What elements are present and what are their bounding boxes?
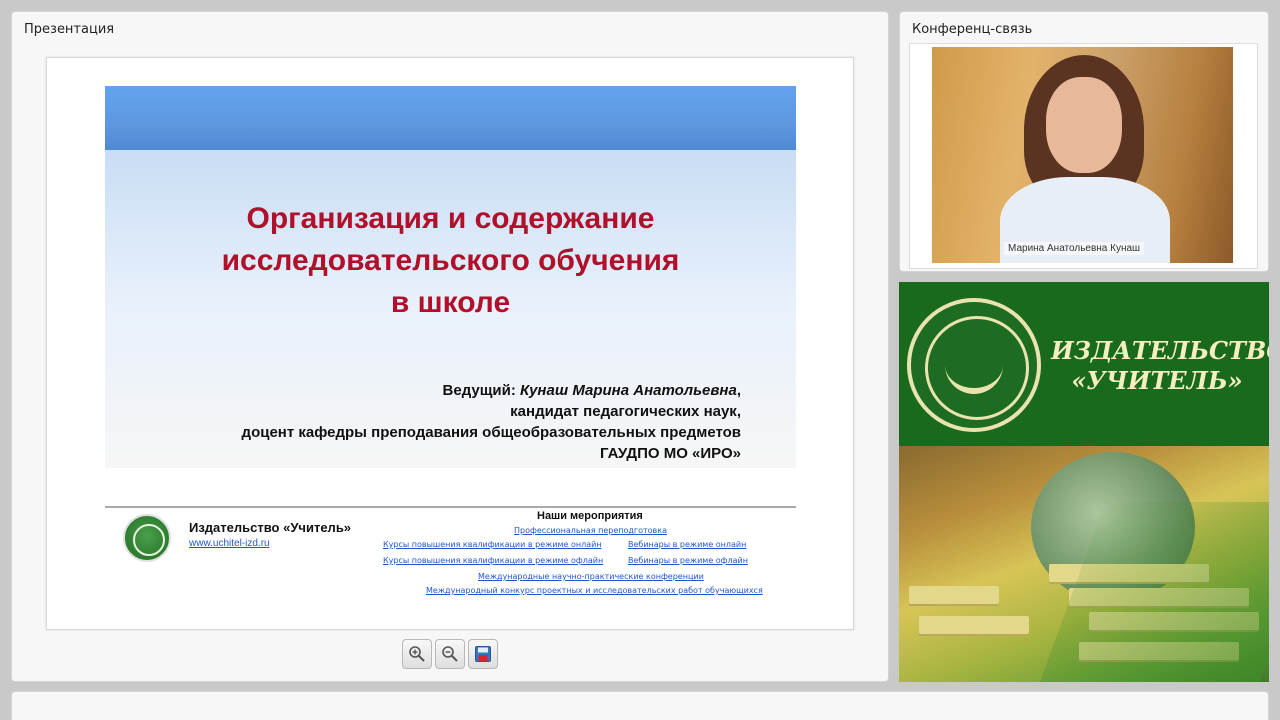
- slide-title-line-1: Организация и содержание: [246, 202, 655, 235]
- publisher-logo-icon: [123, 514, 171, 562]
- events-title: Наши мероприятия: [537, 510, 643, 522]
- presenter-position: доцент кафедры преподавания общеобразова…: [241, 424, 741, 441]
- slide-title-line-3: в школе: [390, 286, 511, 319]
- presenter-org: ГАУДПО МО «ИРО»: [600, 445, 741, 462]
- presenter-comma: ,: [736, 382, 741, 399]
- publisher-link[interactable]: www.uchitel-izd.ru: [189, 538, 270, 549]
- banner-title-line-2: «УЧИТЕЛЬ»: [1071, 366, 1243, 395]
- presenter-label: Ведущий:: [442, 382, 516, 399]
- participant-face: [1046, 77, 1122, 173]
- event-link-webinars-online[interactable]: Вебинары в режиме онлайн: [628, 540, 746, 549]
- conference-panel-title: Конференц-связь: [912, 22, 1033, 37]
- participant-video[interactable]: Марина Анатольевна Кунаш: [932, 47, 1233, 263]
- zoom-in-button[interactable]: [402, 639, 432, 669]
- presenter-info: Ведущий: Кунаш Марина Анатольевна, канди…: [242, 380, 741, 464]
- slide: Организация и содержание исследовательск…: [46, 57, 854, 630]
- event-link-retraining[interactable]: Профессиональная переподготовка: [514, 526, 667, 535]
- book-stack: [909, 586, 999, 604]
- slide-divider: [105, 506, 796, 508]
- banner-header: ИЗДАТЕЛЬСТВО «УЧИТЕЛЬ»: [899, 282, 1269, 446]
- event-link-courses-online[interactable]: Курсы повышения квалификации в режиме он…: [383, 540, 602, 549]
- event-link-contest[interactable]: Международный конкурс проектных и исслед…: [426, 586, 763, 595]
- save-button[interactable]: [468, 639, 498, 669]
- conference-panel: Конференц-связь Марина Анатольевна Кунаш: [899, 11, 1269, 272]
- presenter-degree: кандидат педагогических наук,: [510, 403, 741, 420]
- publisher-banner: ИЗДАТЕЛЬСТВО «УЧИТЕЛЬ»: [899, 282, 1269, 682]
- event-link-courses-offline[interactable]: Курсы повышения квалификации в режиме оф…: [383, 556, 603, 565]
- bottom-panel: [11, 691, 1269, 720]
- participant-name: Марина Анатольевна Кунаш: [1004, 242, 1145, 255]
- slide-title-line-2: исследовательского обучения: [221, 244, 680, 277]
- books-globe-photo: [899, 446, 1269, 682]
- uchitel-logo-icon: [907, 298, 1041, 432]
- banner-title-line-1: ИЗДАТЕЛЬСТВО: [1051, 336, 1269, 365]
- banner-title: ИЗДАТЕЛЬСТВО «УЧИТЕЛЬ»: [1051, 336, 1269, 396]
- book-stack: [919, 616, 1029, 634]
- presentation-panel-title: Презентация: [24, 22, 115, 37]
- event-link-conferences[interactable]: Международные научно-практические конфер…: [478, 572, 704, 581]
- slide-header-bar: [105, 86, 796, 150]
- event-link-webinars-offline[interactable]: Вебинары в режиме офлайн: [628, 556, 748, 565]
- slide-title: Организация и содержание исследовательск…: [105, 198, 796, 324]
- save-icon: [475, 646, 491, 662]
- presentation-panel: Презентация Организация и содержание исс…: [11, 11, 889, 682]
- zoom-out-icon: [442, 646, 458, 662]
- presenter-name: Кунаш Марина Анатольевна: [520, 382, 737, 399]
- book-emblem-icon: [945, 338, 1003, 394]
- zoom-out-button[interactable]: [435, 639, 465, 669]
- zoom-in-icon: [409, 646, 425, 662]
- publisher-name: Издательство «Учитель»: [189, 520, 352, 535]
